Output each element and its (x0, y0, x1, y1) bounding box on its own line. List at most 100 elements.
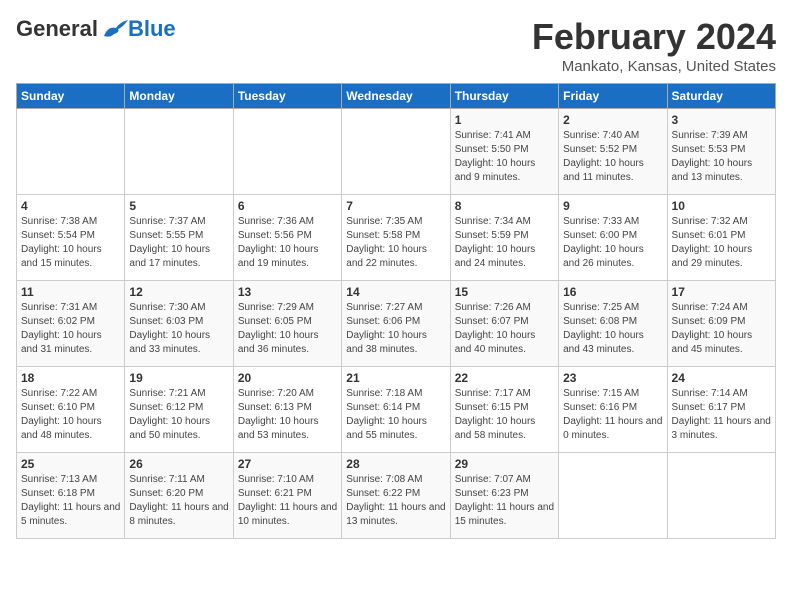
calendar-cell: 10 Sunrise: 7:32 AM Sunset: 6:01 PM Dayli… (667, 195, 775, 281)
day-details: Sunrise: 7:21 AM Sunset: 6:12 PM Dayligh… (129, 387, 228, 443)
day-details: Sunrise: 7:38 AM Sunset: 5:54 PM Dayligh… (21, 215, 120, 271)
calendar-cell (559, 453, 667, 539)
day-number: 18 (21, 371, 120, 385)
day-details: Sunrise: 7:22 AM Sunset: 6:10 PM Dayligh… (21, 387, 120, 443)
calendar-week-row: 4 Sunrise: 7:38 AM Sunset: 5:54 PM Daylig… (17, 195, 776, 281)
day-details: Sunrise: 7:25 AM Sunset: 6:08 PM Dayligh… (563, 301, 662, 357)
day-number: 10 (672, 199, 771, 213)
calendar-cell: 19 Sunrise: 7:21 AM Sunset: 6:12 PM Dayli… (125, 367, 233, 453)
calendar-week-row: 18 Sunrise: 7:22 AM Sunset: 6:10 PM Dayli… (17, 367, 776, 453)
day-number: 9 (563, 199, 662, 213)
calendar-week-row: 25 Sunrise: 7:13 AM Sunset: 6:18 PM Dayli… (17, 453, 776, 539)
calendar-cell (667, 453, 775, 539)
day-number: 4 (21, 199, 120, 213)
calendar-cell: 4 Sunrise: 7:38 AM Sunset: 5:54 PM Daylig… (17, 195, 125, 281)
calendar-subtitle: Mankato, Kansas, United States (532, 58, 776, 75)
calendar-cell: 17 Sunrise: 7:24 AM Sunset: 6:09 PM Dayli… (667, 281, 775, 367)
day-details: Sunrise: 7:11 AM Sunset: 6:20 PM Dayligh… (129, 473, 228, 529)
day-details: Sunrise: 7:13 AM Sunset: 6:18 PM Dayligh… (21, 473, 120, 529)
calendar-table: SundayMondayTuesdayWednesdayThursdayFrid… (16, 83, 776, 539)
day-details: Sunrise: 7:10 AM Sunset: 6:21 PM Dayligh… (238, 473, 337, 529)
calendar-header-row: SundayMondayTuesdayWednesdayThursdayFrid… (17, 84, 776, 109)
day-number: 5 (129, 199, 228, 213)
day-details: Sunrise: 7:35 AM Sunset: 5:58 PM Dayligh… (346, 215, 445, 271)
day-details: Sunrise: 7:32 AM Sunset: 6:01 PM Dayligh… (672, 215, 771, 271)
col-header-tuesday: Tuesday (233, 84, 341, 109)
day-number: 15 (455, 285, 554, 299)
day-number: 3 (672, 113, 771, 127)
day-number: 26 (129, 457, 228, 471)
logo-bird-icon (100, 18, 128, 40)
calendar-cell: 7Sunrise: 7:35 AM Sunset: 5:58 PM Daylig… (342, 195, 450, 281)
day-number: 16 (563, 285, 662, 299)
calendar-body: 1Sunrise: 7:41 AM Sunset: 5:50 PM Daylig… (17, 109, 776, 539)
day-number: 22 (455, 371, 554, 385)
logo: General Blue (16, 16, 176, 42)
day-details: Sunrise: 7:24 AM Sunset: 6:09 PM Dayligh… (672, 301, 771, 357)
calendar-cell: 9 Sunrise: 7:33 AM Sunset: 6:00 PM Daylig… (559, 195, 667, 281)
calendar-cell: 6 Sunrise: 7:36 AM Sunset: 5:56 PM Daylig… (233, 195, 341, 281)
calendar-cell: 24 Sunrise: 7:14 AM Sunset: 6:17 PM Dayli… (667, 367, 775, 453)
calendar-cell: 22 Sunrise: 7:17 AM Sunset: 6:15 PM Dayli… (450, 367, 558, 453)
day-number: 8 (455, 199, 554, 213)
title-block: February 2024 Mankato, Kansas, United St… (532, 16, 776, 75)
day-details: Sunrise: 7:08 AM Sunset: 6:22 PM Dayligh… (346, 473, 445, 529)
day-number: 14 (346, 285, 445, 299)
calendar-cell: 23 Sunrise: 7:15 AM Sunset: 6:16 PM Dayli… (559, 367, 667, 453)
day-number: 12 (129, 285, 228, 299)
day-number: 23 (563, 371, 662, 385)
calendar-cell (342, 109, 450, 195)
day-details: Sunrise: 7:30 AM Sunset: 6:03 PM Dayligh… (129, 301, 228, 357)
calendar-cell: 15Sunrise: 7:26 AM Sunset: 6:07 PM Dayli… (450, 281, 558, 367)
page-header: General Blue February 2024 Mankato, Kans… (16, 16, 776, 75)
day-details: Sunrise: 7:41 AM Sunset: 5:50 PM Dayligh… (455, 129, 554, 185)
day-details: Sunrise: 7:14 AM Sunset: 6:17 PM Dayligh… (672, 387, 771, 443)
calendar-cell: 20 Sunrise: 7:20 AM Sunset: 6:13 PM Dayli… (233, 367, 341, 453)
day-number: 6 (238, 199, 337, 213)
col-header-monday: Monday (125, 84, 233, 109)
calendar-cell: 3 Sunrise: 7:39 AM Sunset: 5:53 PM Daylig… (667, 109, 775, 195)
calendar-cell: 11Sunrise: 7:31 AM Sunset: 6:02 PM Dayli… (17, 281, 125, 367)
calendar-cell: 21Sunrise: 7:18 AM Sunset: 6:14 PM Dayli… (342, 367, 450, 453)
day-details: Sunrise: 7:40 AM Sunset: 5:52 PM Dayligh… (563, 129, 662, 185)
day-details: Sunrise: 7:20 AM Sunset: 6:13 PM Dayligh… (238, 387, 337, 443)
day-number: 19 (129, 371, 228, 385)
day-number: 29 (455, 457, 554, 471)
day-number: 13 (238, 285, 337, 299)
col-header-thursday: Thursday (450, 84, 558, 109)
day-details: Sunrise: 7:07 AM Sunset: 6:23 PM Dayligh… (455, 473, 554, 529)
day-details: Sunrise: 7:29 AM Sunset: 6:05 PM Dayligh… (238, 301, 337, 357)
day-number: 25 (21, 457, 120, 471)
day-details: Sunrise: 7:33 AM Sunset: 6:00 PM Dayligh… (563, 215, 662, 271)
calendar-cell: 26 Sunrise: 7:11 AM Sunset: 6:20 PM Dayli… (125, 453, 233, 539)
col-header-sunday: Sunday (17, 84, 125, 109)
day-details: Sunrise: 7:17 AM Sunset: 6:15 PM Dayligh… (455, 387, 554, 443)
calendar-cell: 12 Sunrise: 7:30 AM Sunset: 6:03 PM Dayli… (125, 281, 233, 367)
day-number: 2 (563, 113, 662, 127)
calendar-cell: 2 Sunrise: 7:40 AM Sunset: 5:52 PM Daylig… (559, 109, 667, 195)
calendar-cell: 14 Sunrise: 7:27 AM Sunset: 6:06 PM Dayli… (342, 281, 450, 367)
logo-blue-text: Blue (128, 16, 176, 42)
day-details: Sunrise: 7:27 AM Sunset: 6:06 PM Dayligh… (346, 301, 445, 357)
calendar-title: February 2024 (532, 16, 776, 58)
day-number: 20 (238, 371, 337, 385)
calendar-cell: 16 Sunrise: 7:25 AM Sunset: 6:08 PM Dayli… (559, 281, 667, 367)
day-details: Sunrise: 7:15 AM Sunset: 6:16 PM Dayligh… (563, 387, 662, 443)
col-header-wednesday: Wednesday (342, 84, 450, 109)
calendar-cell (125, 109, 233, 195)
calendar-week-row: 1Sunrise: 7:41 AM Sunset: 5:50 PM Daylig… (17, 109, 776, 195)
day-number: 24 (672, 371, 771, 385)
day-number: 17 (672, 285, 771, 299)
calendar-cell: 18 Sunrise: 7:22 AM Sunset: 6:10 PM Dayli… (17, 367, 125, 453)
day-details: Sunrise: 7:37 AM Sunset: 5:55 PM Dayligh… (129, 215, 228, 271)
day-number: 28 (346, 457, 445, 471)
day-details: Sunrise: 7:39 AM Sunset: 5:53 PM Dayligh… (672, 129, 771, 185)
calendar-cell: 5 Sunrise: 7:37 AM Sunset: 5:55 PM Daylig… (125, 195, 233, 281)
day-details: Sunrise: 7:36 AM Sunset: 5:56 PM Dayligh… (238, 215, 337, 271)
calendar-cell: 1Sunrise: 7:41 AM Sunset: 5:50 PM Daylig… (450, 109, 558, 195)
calendar-cell (233, 109, 341, 195)
col-header-saturday: Saturday (667, 84, 775, 109)
day-number: 27 (238, 457, 337, 471)
calendar-cell: 8Sunrise: 7:34 AM Sunset: 5:59 PM Daylig… (450, 195, 558, 281)
col-header-friday: Friday (559, 84, 667, 109)
